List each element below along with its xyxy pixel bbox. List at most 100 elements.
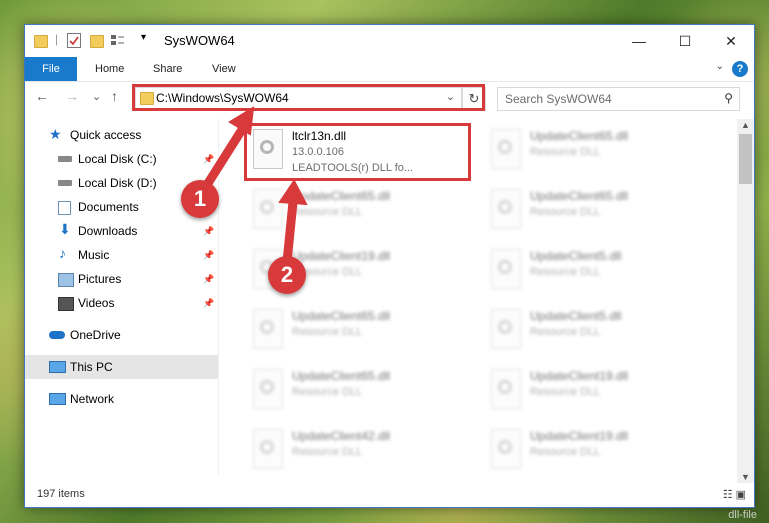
pc-icon [49, 361, 66, 373]
drive-icon [58, 180, 72, 186]
sidebar-item-label: Music [78, 248, 110, 262]
sidebar-item-label: Videos [78, 296, 115, 310]
back-button[interactable]: ← [35, 88, 49, 104]
pin-icon[interactable]: 📌 [203, 147, 214, 171]
up-button[interactable]: ↑ [111, 88, 118, 104]
scroll-thumb[interactable] [739, 134, 752, 184]
sidebar-item-pictures[interactable]: Pictures 📌 [25, 267, 218, 291]
sidebar-item-label: Pictures [78, 272, 122, 286]
search-input[interactable]: Search SysWOW64 ⚲ [497, 87, 740, 111]
recent-locations-button[interactable]: ⌄ [92, 90, 101, 103]
ribbon-collapse-icon[interactable]: ⌄ [716, 61, 724, 72]
sidebar-item-label: Downloads [78, 224, 138, 238]
title-bar: | ▾ SysWOW64 — ☐ ✕ [25, 25, 754, 57]
sidebar-item-music[interactable]: ♪ Music 📌 [25, 243, 218, 267]
sidebar-item-label: Local Disk (C:) [78, 152, 157, 166]
sidebar-item-local-disk-c[interactable]: Local Disk (C:) 📌 [25, 147, 218, 171]
navigation-bar: ← → ⌄ ↑ C:\Windows\SysWOW64 ⌄ ↻ Search S… [25, 82, 754, 116]
step-badge-1: 1 [181, 180, 219, 218]
file-type: Resource DLL [530, 446, 601, 458]
minimize-button[interactable]: — [616, 25, 662, 57]
help-icon[interactable]: ? [732, 61, 748, 77]
file-item[interactable]: UpdateClient65.dll Resource DLL [483, 183, 713, 243]
sidebar-item-videos[interactable]: Videos 📌 [25, 291, 218, 315]
window-title: SysWOW64 [164, 33, 235, 48]
tab-share[interactable]: Share [153, 57, 182, 81]
close-button[interactable]: ✕ [708, 25, 754, 57]
qat-dropdown-icon[interactable]: ▾ [141, 32, 146, 43]
file-item[interactable]: UpdateClient65.dll Resource DLL [245, 303, 475, 363]
search-placeholder: Search SysWOW64 [505, 92, 612, 106]
file-item[interactable]: UpdateClient19.dll Resource DLL [483, 363, 713, 423]
ribbon: File Home Share View ⌄ ? [25, 57, 754, 82]
videos-icon [58, 297, 74, 311]
maximize-button[interactable]: ☐ [662, 25, 708, 57]
sidebar-item-network[interactable]: Network [25, 387, 218, 411]
cloud-icon [49, 331, 65, 339]
star-icon: ★ [49, 126, 62, 142]
dll-file-icon [253, 429, 283, 469]
pin-icon[interactable]: 📌 [203, 267, 214, 291]
file-name: UpdateClient19.dll [530, 369, 629, 383]
sidebar-item-quick-access[interactable]: ★ Quick access [25, 123, 218, 147]
file-type: Resource DLL [292, 326, 363, 338]
file-name: UpdateClient65.dll [530, 189, 629, 203]
file-tab[interactable]: File [25, 57, 77, 81]
download-icon: ⬇ [59, 221, 71, 237]
file-name: UpdateClient5.dll [530, 249, 622, 263]
scroll-up-icon[interactable]: ▲ [741, 120, 750, 130]
step-badge-2: 2 [268, 256, 306, 294]
tab-view[interactable]: View [212, 57, 236, 81]
sidebar-item-onedrive[interactable]: OneDrive [25, 323, 218, 347]
file-name: UpdateClient65.dll [530, 129, 629, 143]
watermark: dll-file [728, 509, 757, 521]
file-name: UpdateClient42.dll [292, 429, 391, 443]
sidebar-item-label: Local Disk (D:) [78, 176, 157, 190]
explorer-window: | ▾ SysWOW64 — ☐ ✕ File Home Share View … [24, 24, 755, 508]
file-item[interactable]: UpdateClient65.dll Resource DLL [245, 183, 475, 243]
file-type: Resource DLL [292, 386, 363, 398]
forward-button[interactable]: → [65, 88, 79, 104]
dll-file-icon [253, 369, 283, 409]
scroll-down-icon[interactable]: ▼ [741, 472, 750, 482]
file-item[interactable]: UpdateClient65.dll Resource DLL [483, 123, 713, 183]
tab-home[interactable]: Home [95, 57, 124, 81]
sidebar-item-this-pc[interactable]: This PC [25, 355, 218, 379]
file-item[interactable]: UpdateClient19.dll Resource DLL [483, 423, 713, 483]
sidebar-item-label: OneDrive [70, 328, 121, 342]
file-type: Resource DLL [530, 146, 601, 158]
sidebar-item-downloads[interactable]: ⬇ Downloads 📌 [25, 219, 218, 243]
dll-file-icon [491, 429, 521, 469]
file-type: Resource DLL [530, 326, 601, 338]
dll-file-icon [253, 189, 283, 229]
file-name: UpdateClient5.dll [530, 309, 622, 323]
dll-file-icon [491, 309, 521, 349]
sidebar-item-label: Quick access [70, 128, 142, 142]
customize-icon[interactable] [111, 34, 124, 46]
new-folder-icon[interactable] [90, 35, 104, 48]
navigation-pane: ★ Quick access Local Disk (C:) 📌 Local D… [25, 119, 218, 475]
file-type: Resource DLL [292, 446, 363, 458]
item-count: 197 items [37, 488, 85, 500]
pin-icon[interactable]: 📌 [203, 291, 214, 315]
pin-icon[interactable]: 📌 [203, 243, 214, 267]
file-name: UpdateClient65.dll [292, 189, 391, 203]
file-name: UpdateClient65.dll [292, 369, 391, 383]
file-item[interactable]: UpdateClient5.dll Resource DLL [483, 243, 713, 303]
properties-icon[interactable] [67, 33, 81, 48]
qat-separator: | [55, 32, 59, 46]
dll-file-icon [491, 129, 521, 169]
network-icon [49, 393, 66, 405]
dll-file-icon [491, 249, 521, 289]
file-item[interactable]: UpdateClient5.dll Resource DLL [483, 303, 713, 363]
view-mode-icons[interactable]: ☷ ▣ [723, 488, 746, 501]
file-name: UpdateClient19.dll [292, 249, 391, 263]
search-icon[interactable]: ⚲ [724, 91, 733, 105]
vertical-scrollbar[interactable]: ▲ ▼ [737, 119, 754, 483]
file-item[interactable]: UpdateClient42.dll Resource DLL [245, 423, 475, 483]
file-item[interactable]: UpdateClient65.dll Resource DLL [245, 363, 475, 423]
dll-file-icon [253, 309, 283, 349]
pin-icon[interactable]: 📌 [203, 219, 214, 243]
sidebar-item-label: Documents [78, 200, 139, 214]
pane-divider[interactable] [218, 119, 219, 475]
